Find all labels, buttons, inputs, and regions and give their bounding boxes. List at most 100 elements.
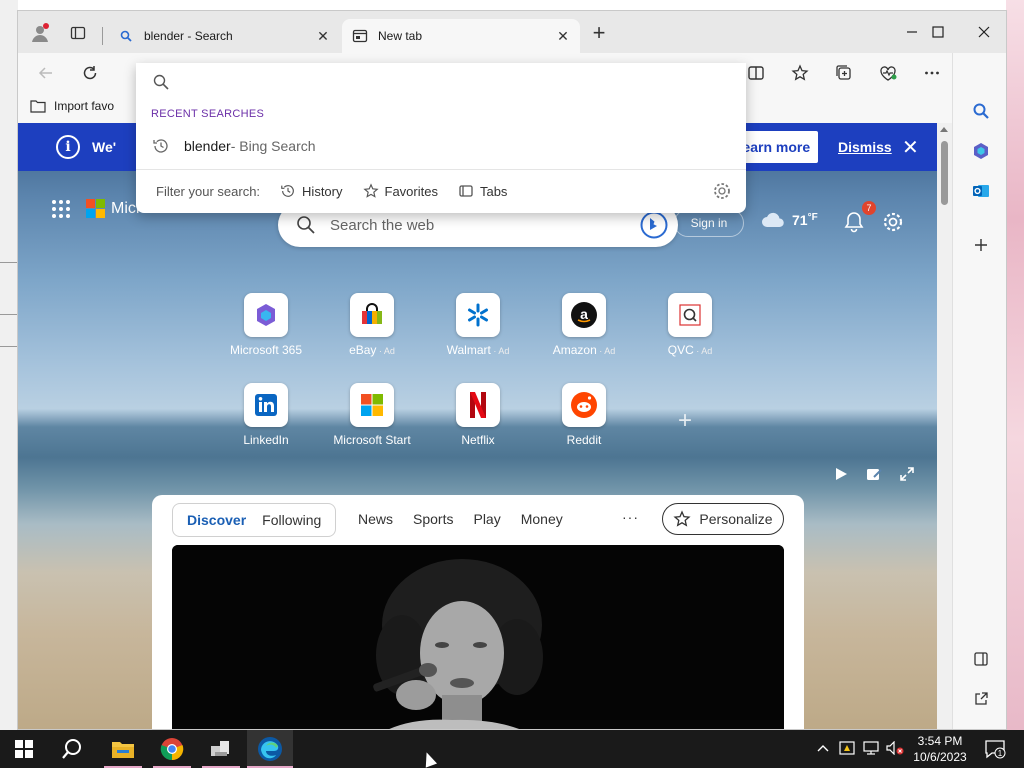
import-favorites-button[interactable]: Import favo — [30, 99, 114, 113]
sidebar-external-link-icon[interactable] — [969, 687, 993, 711]
taskbar-search-icon[interactable] — [58, 730, 86, 768]
sidebar-add-icon[interactable] — [969, 233, 993, 257]
quick-link-netflix[interactable]: Netflix — [433, 383, 523, 447]
feed-link-money[interactable]: Money — [521, 511, 563, 527]
reddit-icon — [562, 383, 606, 427]
walmart-spark-icon — [456, 293, 500, 337]
chrome-icon[interactable] — [153, 730, 191, 768]
tab-following[interactable]: Following — [254, 512, 329, 528]
quick-link-microsoft365[interactable]: Microsoft 365 — [221, 293, 311, 357]
recent-search-suffix: - Bing Search — [230, 138, 316, 154]
tab-new-tab[interactable]: New tab ✕ — [342, 19, 580, 53]
windows-taskbar: 3:54 PM 10/6/2023 1 — [0, 730, 1024, 768]
temperature-value: 71 — [792, 212, 808, 228]
app-launcher-icon[interactable] — [52, 199, 70, 218]
page-settings-gear-icon[interactable] — [882, 211, 904, 233]
add-quick-link-icon[interactable]: + — [678, 407, 692, 435]
featured-story-image[interactable] — [172, 545, 784, 729]
volume-muted-icon[interactable] — [886, 739, 904, 757]
expand-icon[interactable] — [898, 465, 916, 483]
more-categories-button[interactable]: ··· — [622, 509, 639, 525]
taskbar-clock[interactable]: 3:54 PM 10/6/2023 — [908, 733, 972, 765]
scrollbar-thumb[interactable] — [941, 141, 948, 205]
filter-favorites[interactable]: Favorites — [362, 183, 438, 199]
personalize-label: Personalize — [699, 511, 773, 527]
scroll-up-arrow-icon[interactable] — [940, 127, 948, 132]
sidebar-search-icon[interactable] — [969, 99, 993, 123]
play-background-icon[interactable] — [832, 465, 850, 483]
network-app-icon[interactable] — [202, 730, 240, 768]
amazon-icon: a — [562, 293, 606, 337]
quick-link-walmart[interactable]: Walmart · Ad — [433, 293, 523, 357]
feed-tab-group: Discover Following — [172, 503, 337, 537]
quick-link-ebay[interactable]: eBay · Ad — [327, 293, 417, 357]
search-icon — [153, 74, 169, 90]
weather-widget[interactable]: 71°F — [760, 211, 818, 229]
favorites-star-icon[interactable] — [788, 61, 812, 85]
quick-link-reddit[interactable]: Reddit — [539, 383, 629, 447]
clock-date: 10/6/2023 — [913, 750, 967, 764]
tab-blender-search[interactable]: blender - Search ✕ — [108, 19, 340, 53]
quick-link-amazon[interactable]: a Amazon · Ad — [539, 293, 629, 357]
search-icon — [297, 216, 315, 234]
quick-link-linkedin[interactable]: LinkedIn — [221, 383, 311, 447]
file-explorer-icon[interactable] — [104, 730, 142, 768]
quick-link-microsoft-start[interactable]: Microsoft Start — [327, 383, 417, 447]
edge-taskbar-icon[interactable] — [247, 730, 293, 768]
filter-label: Filter your search: — [156, 183, 261, 199]
maximize-button[interactable] — [920, 19, 956, 45]
sign-in-button[interactable]: Sign in — [674, 209, 744, 237]
page-scrollbar[interactable] — [937, 123, 952, 729]
quick-link-qvc[interactable]: QVC · Ad — [645, 293, 735, 357]
recent-search-item[interactable]: blender - Bing Search — [136, 131, 746, 161]
notification-badge: 7 — [862, 201, 876, 215]
close-window-button[interactable] — [966, 19, 1002, 45]
temperature-unit: °F — [807, 212, 818, 223]
show-hidden-icons-chevron-icon[interactable] — [814, 739, 832, 757]
notifications-bell-icon[interactable] — [844, 211, 864, 233]
desktop-background-left — [0, 0, 18, 730]
feed-categories: News Sports Play Money — [348, 511, 573, 527]
close-tab-icon[interactable]: ✕ — [314, 27, 332, 45]
tray-network-warning-icon[interactable] — [838, 739, 856, 757]
split-screen-icon[interactable] — [744, 61, 768, 85]
customize-background-icon[interactable] — [865, 465, 883, 483]
settings-more-icon[interactable] — [920, 61, 944, 85]
filter-tabs[interactable]: Tabs — [458, 183, 507, 199]
bing-chat-icon[interactable] — [640, 211, 668, 239]
close-tab-icon[interactable]: ✕ — [554, 27, 572, 45]
search-settings-gear-icon[interactable] — [712, 181, 732, 201]
sidebar-hide-icon[interactable] — [969, 647, 993, 671]
windows-start-icon[interactable] — [10, 730, 38, 768]
qvc-icon — [668, 293, 712, 337]
tab-discover[interactable]: Discover — [179, 512, 254, 528]
tab-actions-icon[interactable] — [66, 21, 90, 45]
new-tab-button[interactable]: + — [588, 22, 610, 45]
feed-link-sports[interactable]: Sports — [413, 511, 453, 527]
tabs-icon — [459, 185, 473, 197]
back-button[interactable] — [34, 61, 58, 85]
history-clock-icon — [281, 185, 294, 197]
dismiss-link[interactable]: Dismiss — [838, 139, 892, 155]
search-placeholder: Search the web — [330, 216, 435, 234]
feed-link-news[interactable]: News — [358, 511, 393, 527]
feed-link-play[interactable]: Play — [473, 511, 500, 527]
profile-avatar-icon[interactable] — [28, 21, 52, 45]
cloud-icon — [762, 212, 784, 227]
browser-essentials-icon[interactable] — [876, 61, 900, 85]
close-banner-icon[interactable]: ✕ — [902, 135, 919, 160]
filter-history[interactable]: History — [280, 183, 343, 199]
address-bar-dropdown: RECENT SEARCHES blender - Bing Search Fi… — [136, 63, 746, 213]
sidebar-outlook-icon[interactable] — [969, 179, 993, 203]
microsoft-logo-icon — [350, 383, 394, 427]
collections-icon[interactable] — [832, 61, 856, 85]
tab-bar: blender - Search ✕ New tab ✕ + — [18, 11, 1006, 53]
refresh-button[interactable] — [78, 61, 102, 85]
action-center-icon[interactable]: 1 — [984, 738, 1006, 760]
sidebar-microsoft365-icon[interactable] — [969, 139, 993, 163]
search-icon — [118, 28, 134, 44]
ebay-bag-icon — [350, 293, 394, 337]
banner-message: We' — [92, 139, 117, 155]
personalize-button[interactable]: Personalize — [662, 503, 784, 535]
tray-display-icon[interactable] — [862, 739, 880, 757]
